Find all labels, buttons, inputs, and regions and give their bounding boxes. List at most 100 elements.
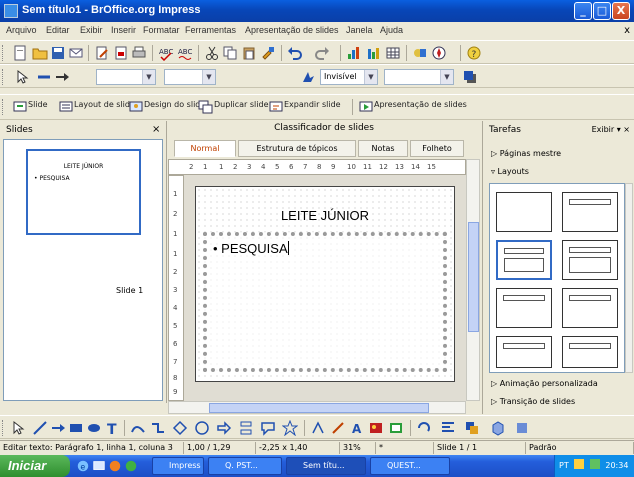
scrollbar-thumb[interactable] [209, 403, 429, 413]
horizontal-ruler[interactable]: 2 1 1 2 3 4 5 6 7 8 9 10 11 12 13 14 15 [168, 159, 466, 175]
slide-bullet-text[interactable]: • PESQUISA [213, 241, 288, 256]
close-button[interactable]: X [612, 2, 630, 20]
slides-list[interactable]: LEITE JÚNIOR • PESQUISA Slide 1 [3, 139, 163, 401]
from-file-icon[interactable] [368, 420, 384, 436]
network-icon[interactable] [589, 459, 600, 469]
slide-sorter-caption[interactable]: Classificador de slides [168, 123, 480, 133]
rotate-icon[interactable] [416, 420, 432, 436]
redo-icon[interactable] [314, 45, 330, 61]
scrollbar-thumb[interactable] [468, 222, 479, 332]
tray-icon[interactable] [574, 459, 585, 469]
slide-page[interactable]: LEITE JÚNIOR • PESQUISA [195, 186, 455, 382]
ellipse-tool-icon[interactable] [86, 420, 102, 436]
menu-editar[interactable]: Editar [46, 25, 70, 35]
spellcheck-icon[interactable]: ABC [158, 45, 174, 61]
flowchart-icon[interactable] [238, 420, 254, 436]
arrange-icon[interactable] [464, 420, 480, 436]
start-button[interactable]: Iniciar [0, 455, 70, 477]
line-width-combo[interactable]: ▼ [164, 69, 216, 85]
alignment-icon[interactable] [440, 420, 456, 436]
chevron-down-icon[interactable]: ▼ [440, 70, 453, 84]
arrow-tool-icon[interactable] [50, 420, 66, 436]
tab-normal[interactable]: Normal [174, 140, 236, 157]
area-style-combo[interactable]: ▼ [384, 69, 454, 85]
section-custom-animation[interactable]: ▷ Animação personalizada [491, 379, 598, 388]
edit-file-icon[interactable] [94, 45, 110, 61]
chevron-down-icon[interactable]: ▼ [142, 70, 155, 84]
close-document-icon[interactable]: x [624, 25, 630, 36]
line-color-combo[interactable]: Invisível ▼ [320, 69, 378, 85]
tab-handout[interactable]: Folheto [410, 140, 464, 157]
paste-icon[interactable] [241, 45, 257, 61]
toolbar-slideshow-label[interactable]: Apresentação de slides [374, 100, 467, 109]
menu-apresentacao[interactable]: Apresentação de slides [245, 25, 339, 35]
select-arrow-icon[interactable] [14, 69, 30, 85]
toolbar-design-label[interactable]: Design do slide [144, 100, 205, 109]
print-icon[interactable] [131, 45, 147, 61]
help-icon[interactable]: ? [466, 45, 482, 61]
menu-inserir[interactable]: Inserir [111, 25, 136, 35]
chevron-down-icon[interactable]: ▼ [364, 70, 377, 84]
toolbar-grip[interactable] [2, 420, 5, 436]
curve-tool-icon[interactable] [130, 420, 146, 436]
taskbar-item-pst[interactable]: Q. PST... [208, 457, 282, 475]
section-master-pages[interactable]: ▷ Páginas mestre [491, 149, 561, 158]
extrusion-icon[interactable] [490, 420, 506, 436]
area-fill-icon[interactable] [300, 69, 316, 85]
menu-exibir[interactable]: Exibir [80, 25, 103, 35]
basic-shapes-icon[interactable] [172, 420, 188, 436]
gallery-icon[interactable] [388, 420, 404, 436]
tab-outline[interactable]: Estrutura de tópicos [238, 140, 356, 157]
toolbar-duplicate-label[interactable]: Duplicar slide [214, 100, 269, 109]
layout-title-only[interactable] [562, 192, 618, 232]
save-icon[interactable] [50, 45, 66, 61]
status-zoom[interactable]: 31% [340, 442, 376, 454]
points-icon[interactable] [310, 420, 326, 436]
clone-format-icon[interactable] [260, 45, 276, 61]
cut-icon[interactable] [204, 45, 220, 61]
navigator-icon[interactable] [431, 45, 447, 61]
maximize-button[interactable]: □ [593, 2, 611, 20]
shadow-icon[interactable] [462, 69, 478, 85]
minimize-button[interactable]: _ [574, 2, 592, 20]
fontwork-icon[interactable]: A [350, 420, 366, 436]
toolbar-grip[interactable] [2, 69, 5, 85]
line-style-icon[interactable] [36, 69, 52, 85]
language-indicator[interactable]: PT [559, 461, 569, 470]
tab-notes[interactable]: Notas [358, 140, 408, 157]
open-folder-icon[interactable] [32, 45, 48, 61]
toolbar-slide-label[interactable]: Slide [28, 100, 48, 109]
slide-title-text[interactable]: LEITE JÚNIOR [196, 208, 454, 223]
ie-icon[interactable]: e [76, 459, 90, 473]
toolbar-expand-label[interactable]: Expandir slide [284, 100, 341, 109]
layout-title-subtitle[interactable] [496, 288, 552, 328]
connector-tool-icon[interactable] [150, 420, 166, 436]
show-draw-functions-icon[interactable] [412, 45, 428, 61]
outline-text-box[interactable]: • PESQUISA [203, 232, 447, 372]
toggle-extrusion-icon[interactable] [514, 420, 530, 436]
menu-formatar[interactable]: Formatar [143, 25, 180, 35]
tasks-view-menu[interactable]: Exibir ▾ × [592, 125, 630, 134]
slide-canvas[interactable]: LEITE JÚNIOR • PESQUISA [184, 175, 466, 401]
layout-title-text[interactable] [562, 240, 618, 280]
menu-janela[interactable]: Janela [346, 25, 373, 35]
editor-vertical-scrollbar[interactable] [466, 159, 480, 401]
select-icon[interactable] [10, 420, 26, 436]
rectangle-tool-icon[interactable] [68, 420, 84, 436]
export-pdf-icon[interactable] [113, 45, 129, 61]
vertical-ruler[interactable]: 1 2 1 1 2 3 4 5 6 7 8 9 [168, 175, 184, 401]
email-icon[interactable] [68, 45, 84, 61]
text-tool-icon[interactable]: T [104, 420, 120, 436]
line-tool-icon[interactable] [32, 420, 48, 436]
layout-title-table[interactable] [562, 336, 618, 368]
new-document-icon[interactable] [12, 45, 28, 61]
line-style-combo[interactable]: ▼ [96, 69, 156, 85]
chart-icon[interactable] [346, 45, 362, 61]
editor-horizontal-scrollbar[interactable] [168, 401, 466, 414]
taskbar-item-quest[interactable]: QUEST... [370, 457, 450, 475]
insert-chart-icon[interactable] [366, 45, 382, 61]
symbol-shapes-icon[interactable] [194, 420, 210, 436]
expand-slide-icon[interactable] [268, 99, 284, 115]
messenger-icon[interactable] [124, 459, 138, 473]
table-icon[interactable] [385, 45, 401, 61]
